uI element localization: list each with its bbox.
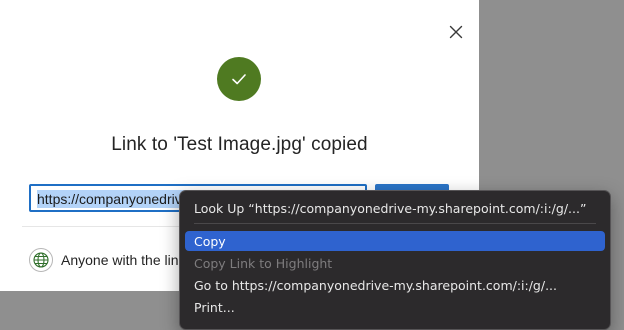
menu-item-copy[interactable]: Copy xyxy=(185,231,605,251)
success-badge xyxy=(217,57,261,101)
globe-icon xyxy=(29,248,53,272)
menu-item-go-to[interactable]: Go to https://companyonedrive-my.sharepo… xyxy=(185,275,605,295)
menu-item-copy-link-to-highlight: Copy Link to Highlight xyxy=(194,255,333,271)
close-button[interactable] xyxy=(444,20,468,44)
context-menu: Look Up “https://companyonedrive-my.shar… xyxy=(179,190,611,330)
checkmark-icon xyxy=(232,74,246,85)
close-icon[interactable] xyxy=(444,20,468,44)
menu-separator xyxy=(194,223,596,224)
dialog-title: Link to 'Test Image.jpg' copied xyxy=(111,134,368,155)
menu-item-print[interactable]: Print... xyxy=(185,297,605,317)
menu-item-look-up[interactable]: Look Up “https://companyonedrive-my.shar… xyxy=(185,198,605,218)
